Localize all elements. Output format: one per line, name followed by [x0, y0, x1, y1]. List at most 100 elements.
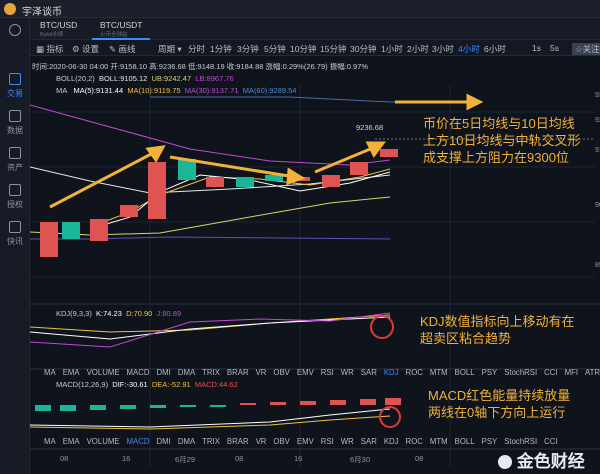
indicator-tab-trix[interactable]: TRIX: [202, 368, 220, 377]
indicator-tab-ema[interactable]: EMA: [63, 437, 80, 446]
indicator-tab-ma[interactable]: MA: [44, 437, 56, 446]
draw-button[interactable]: ✎ 画线: [109, 43, 136, 55]
boll-lower-line: [30, 196, 391, 236]
app-title: 宇泽谈币: [22, 7, 62, 18]
indicator-button[interactable]: ▦ 指标: [36, 43, 63, 55]
sidebar-item-asset[interactable]: 资产: [0, 147, 30, 173]
period-1m[interactable]: 1分钟: [210, 43, 232, 55]
ma60-line: [150, 96, 411, 104]
macd-bar: [150, 405, 166, 408]
period-10m[interactable]: 10分钟: [290, 43, 316, 55]
indicator-tab-mtm[interactable]: MTM: [430, 437, 448, 446]
indicator-tab-obv[interactable]: OBV: [273, 437, 289, 446]
indicator-tab-brar[interactable]: BRAR: [227, 437, 249, 446]
indicator-tab-trix[interactable]: TRIX: [202, 437, 220, 446]
indicator-tab-rsi[interactable]: RSI: [321, 368, 334, 377]
ohlc-info: 时间:2020-06-30 04:00 开:9158.10 高:9236.68 …: [32, 62, 369, 71]
period-1h[interactable]: 1小时: [381, 43, 403, 55]
candle: [236, 177, 254, 187]
macd-bar: [360, 399, 376, 405]
indicator-tab-dma[interactable]: DMA: [178, 368, 195, 377]
tab-btc-usdt[interactable]: BTC/USDT 火币全球站: [92, 20, 150, 40]
indicator-tab-dmi[interactable]: DMI: [157, 368, 171, 377]
indicator-tab-sar[interactable]: SAR: [361, 437, 377, 446]
indicator-tab-brar[interactable]: BRAR: [227, 368, 249, 377]
indicator-tab-kdj[interactable]: KDJ: [384, 368, 399, 377]
indicator-tab-atr[interactable]: ATR: [585, 368, 600, 377]
speed-1s[interactable]: 1s: [532, 43, 541, 53]
period-3m[interactable]: 3分钟: [237, 43, 259, 55]
news-icon: [9, 221, 21, 233]
indicator-tab-roc[interactable]: ROC: [406, 368, 423, 377]
indicator-tab-rsi[interactable]: RSI: [321, 437, 334, 446]
auth-icon: [9, 184, 21, 196]
indicator-tab-volume[interactable]: VOLUME: [87, 368, 120, 377]
annotation-macd: MACD红色能量持续放量 两线在0轴下方向上运行: [428, 388, 571, 420]
candle: [206, 177, 224, 187]
indicator-tab-macd[interactable]: MACD: [127, 437, 150, 446]
indicator-tab-psy[interactable]: PSY: [482, 437, 498, 446]
ma-info: MA MA(5):9131.44 MA(10):9119.75 MA(30):9…: [56, 86, 297, 95]
period-15m[interactable]: 15分钟: [320, 43, 346, 55]
trade-icon: [9, 73, 21, 85]
indicator-tab-stochrsi[interactable]: StochRSI: [504, 368, 537, 377]
sidebar-item-data[interactable]: 数据: [0, 110, 30, 136]
indicator-tab-dma[interactable]: DMA: [178, 437, 195, 446]
indicator-tab-mtm[interactable]: MTM: [430, 368, 448, 377]
indicator-tab-psy[interactable]: PSY: [482, 368, 498, 377]
period-2h[interactable]: 2小时: [407, 43, 429, 55]
period-4h[interactable]: 4小时: [458, 43, 480, 55]
period-30m[interactable]: 30分钟: [350, 43, 376, 55]
indicator-tab-vr[interactable]: VR: [256, 437, 267, 446]
indicator-tab-mfi[interactable]: MFI: [565, 368, 578, 377]
indicator-tab-wr[interactable]: WR: [341, 437, 354, 446]
indicator-tab-vr[interactable]: VR: [256, 368, 267, 377]
x-axis-0: 08: [60, 454, 69, 463]
indicator-tab-roc[interactable]: ROC: [406, 437, 423, 446]
sidebar-item-auth[interactable]: 授权: [0, 184, 30, 210]
indicator-tab-cci[interactable]: CCI: [544, 437, 557, 446]
indicator-tab-stochrsi[interactable]: StochRSI: [504, 437, 537, 446]
period-5m[interactable]: 5分钟: [264, 43, 286, 55]
indicator-tab-kdj[interactable]: KDJ: [384, 437, 399, 446]
indicator-tab-emv[interactable]: EMV: [297, 368, 314, 377]
indicator-tab-dmi[interactable]: DMI: [157, 437, 171, 446]
candle: [322, 175, 340, 187]
indicator-tab-sar[interactable]: SAR: [361, 368, 377, 377]
indicator-tab-boll[interactable]: BOLL: [455, 437, 475, 446]
speed-5s[interactable]: 5s: [550, 43, 559, 53]
trend-arrows: [49, 93, 484, 209]
indicator-tab-macd[interactable]: MACD: [127, 368, 150, 377]
watermark: 金色财经: [498, 447, 585, 472]
indicator-tab-cci[interactable]: CCI: [544, 368, 557, 377]
period-fenshi[interactable]: 分时: [188, 43, 205, 55]
period-3h[interactable]: 3小时: [432, 43, 454, 55]
tab-btc-usd[interactable]: BTC/USD Bybit永续: [32, 20, 90, 40]
sidebar-item-news[interactable]: 快讯: [0, 221, 30, 247]
follow-button[interactable]: ☆关注: [572, 43, 600, 55]
period-select[interactable]: 周期 ▾: [158, 43, 182, 55]
candle: [148, 162, 166, 219]
kline-chart-area[interactable]: 时间:2020-06-30 04:00 开:9158.10 高:9236.68 …: [30, 57, 600, 474]
indicator-tabs-top: MA EMA VOLUME MACD DMI DMA TRIX BRAR VR OBV EMV RSI…: [44, 368, 600, 377]
chart-toolbar: ▦ 指标 ⚙ 设置 ✎ 画线 周期 ▾ 分时 1分钟 3分钟 5分钟 10分钟 …: [30, 40, 600, 56]
indicator-tab-obv[interactable]: OBV: [273, 368, 289, 377]
indicator-tab-wr[interactable]: WR: [341, 368, 354, 377]
macd-bar: [300, 401, 316, 405]
ma30-line: [30, 236, 391, 240]
macd-histogram: [35, 398, 401, 411]
sidebar-item-trade[interactable]: 交易: [0, 73, 30, 99]
indicator-tab-ma[interactable]: MA: [44, 368, 56, 377]
indicator-tab-volume[interactable]: VOLUME: [87, 437, 120, 446]
indicator-tab-ema[interactable]: EMA: [63, 368, 80, 377]
sidebar: 交易 数据 资产 授权 快讯: [0, 18, 30, 474]
y-axis-2: 91: [595, 147, 600, 154]
data-icon: [9, 110, 21, 122]
indicator-tab-boll[interactable]: BOLL: [455, 368, 475, 377]
app-logo-icon: [4, 3, 16, 15]
period-6h[interactable]: 6小时: [484, 43, 506, 55]
title-bar: 宇泽谈币: [0, 0, 600, 18]
y-axis-1: 92: [595, 117, 600, 124]
indicator-tab-emv[interactable]: EMV: [297, 437, 314, 446]
settings-button[interactable]: ⚙ 设置: [72, 43, 99, 55]
